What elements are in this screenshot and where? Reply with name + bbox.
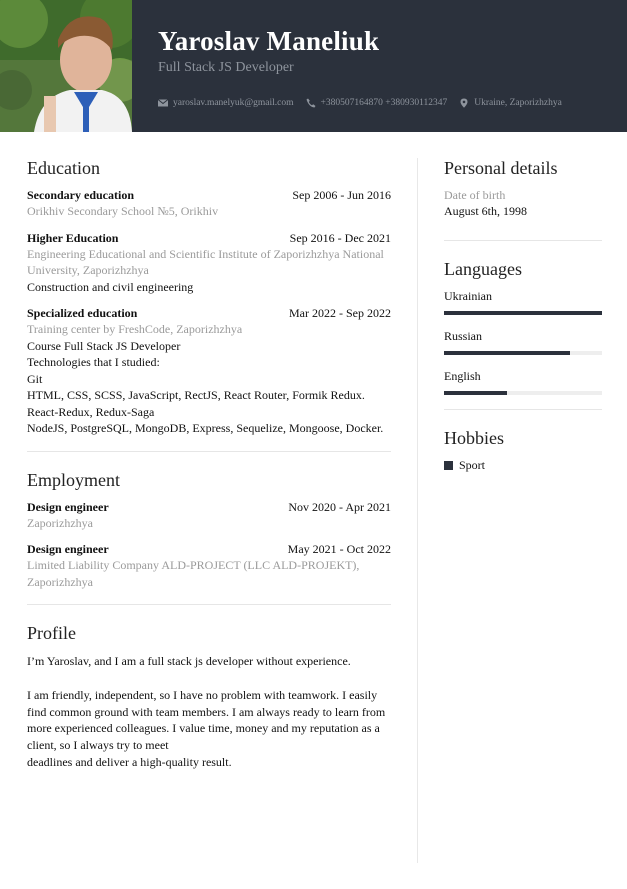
language-name: English (444, 369, 481, 383)
location-text: Ukraine, Zaporizhzhya (474, 98, 562, 108)
dob-label: Date of birth (444, 188, 506, 202)
section-divider (444, 409, 602, 410)
education-entry: Secondary education Sep 2006 - Jun 2016 … (27, 188, 391, 220)
square-bullet-icon (444, 461, 453, 470)
education-entry: Higher Education Sep 2016 - Dec 2021 Eng… (27, 231, 391, 296)
employment-entry: Design engineer May 2021 - Oct 2022 Limi… (27, 542, 391, 590)
hobbies-heading: Hobbies (444, 428, 504, 448)
entry-date: May 2021 - Oct 2022 (287, 542, 391, 556)
education-heading: Education (27, 158, 100, 178)
personal-details-heading: Personal details (444, 158, 558, 178)
section-divider (27, 604, 391, 605)
entry-institution: Training center by FreshCode, Zaporizhzh… (27, 322, 243, 336)
column-divider (417, 158, 418, 863)
entry-title: Specialized education (27, 306, 138, 320)
hobby-name: Sport (459, 458, 486, 472)
phone-icon (306, 98, 316, 108)
entry-institution: Zaporizhzhya (27, 515, 93, 530)
contact-phone[interactable]: +380507164870 +380930112347 (306, 98, 448, 108)
entry-detail: Git (27, 371, 43, 386)
header: Yaroslav Maneliuk Full Stack JS Develope… (0, 0, 627, 132)
profile-paragraph: deadlines and deliver a high-quality res… (27, 754, 232, 769)
entry-detail: Technologies that I studied: (27, 355, 160, 369)
entry-title: Higher Education (27, 230, 119, 245)
main-column: Education Secondary education Sep 2006 -… (27, 158, 391, 771)
entry-date: Nov 2020 - Apr 2021 (288, 499, 391, 514)
language-item: English (444, 369, 602, 395)
entry-title: Design engineer (27, 542, 109, 556)
email-text: yaroslav.manelyuk@gmail.com (173, 98, 294, 108)
phone-text: +380507164870 +380930112347 (320, 98, 448, 108)
job-title: Full Stack JS Developer (158, 60, 294, 75)
entry-detail: HTML, CSS, SCSS, JavaScript, RectJS, Rea… (27, 388, 365, 419)
contact-email[interactable]: yaroslav.manelyuk@gmail.com (158, 98, 294, 108)
profile-paragraph: I’m Yaroslav, and I am a full stack js d… (27, 654, 351, 668)
language-item: Ukrainian (444, 289, 602, 315)
entry-detail: Construction and civil engineering (27, 279, 194, 294)
side-column: Personal details Date of birth August 6t… (444, 158, 602, 473)
contact-bar: yaroslav.manelyuk@gmail.com +38050716487… (158, 98, 574, 108)
employment-heading: Employment (27, 469, 120, 490)
entry-title: Secondary education (27, 188, 135, 202)
language-level-bar (444, 311, 602, 315)
entry-institution: Orikhiv Secondary School №5, Orikhiv (27, 204, 219, 218)
hobby-item: Sport (444, 458, 602, 473)
entry-date: Sep 2016 - Dec 2021 (289, 230, 391, 245)
languages-heading: Languages (444, 259, 522, 279)
language-name: Ukrainian (444, 289, 492, 303)
profile-section: Profile I’m Yaroslav, and I am a full st… (27, 623, 391, 771)
employment-entry: Design engineer Nov 2020 - Apr 2021 Zapo… (27, 500, 391, 532)
contact-location: Ukraine, Zaporizhzhya (459, 98, 562, 108)
entry-date: Sep 2006 - Jun 2016 (292, 188, 391, 202)
entry-institution: Limited Liability Company ALD-PROJECT (L… (27, 558, 360, 589)
language-level-bar (444, 391, 602, 395)
candidate-name: Yaroslav Maneliuk (158, 26, 380, 56)
language-item: Russian (444, 329, 602, 355)
entry-institution: Engineering Educational and Scientific I… (27, 246, 384, 278)
entry-detail: Course Full Stack JS Developer (27, 338, 181, 353)
entry-title: Design engineer (27, 499, 109, 514)
entry-detail: NodeJS, PostgreSQL, MongoDB, Express, Se… (27, 421, 384, 435)
section-divider (27, 450, 391, 452)
dob-value: August 6th, 1998 (444, 204, 528, 218)
profile-photo (0, 0, 132, 132)
language-name: Russian (444, 329, 483, 343)
language-level-bar (444, 351, 602, 355)
map-pin-icon (460, 98, 468, 108)
entry-date: Mar 2022 - Sep 2022 (289, 306, 391, 320)
section-divider (444, 240, 602, 241)
education-entry: Specialized education Mar 2022 - Sep 202… (27, 306, 391, 437)
envelope-icon (158, 99, 168, 107)
profile-heading: Profile (27, 623, 76, 643)
profile-paragraph: I am friendly, independent, so I have no… (27, 687, 386, 753)
